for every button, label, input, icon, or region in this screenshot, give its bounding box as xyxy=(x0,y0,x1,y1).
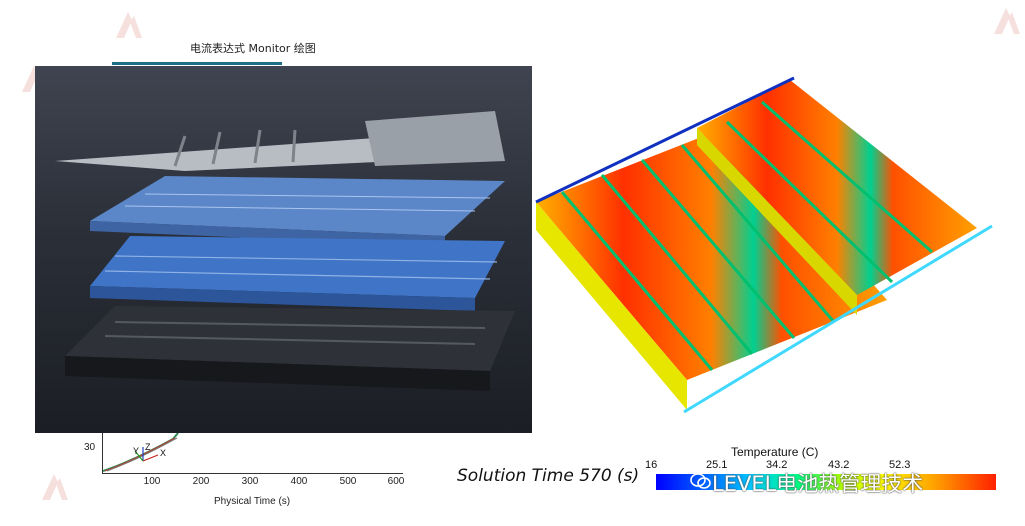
x-tick-label: 600 xyxy=(387,476,405,487)
monitor-plot-title: 电流表达式 Monitor 绘图 xyxy=(190,42,316,55)
logo-mark-icon xyxy=(42,474,68,500)
logo-mark-icon xyxy=(116,12,142,38)
x-tick-label: 500 xyxy=(339,476,357,487)
x-axis-label: Physical Time (s) xyxy=(214,496,291,507)
monitor-plot-area xyxy=(102,432,403,474)
tab-underline xyxy=(112,62,282,65)
temperature-contour-view xyxy=(532,70,1012,420)
x-tick-label: 200 xyxy=(192,476,210,487)
triad-label-z: Z xyxy=(145,442,151,452)
cold-plate-contour xyxy=(535,76,993,414)
colorbar-title: Temperature (C) xyxy=(731,445,819,459)
solution-time-label: Solution Time 570 (s) xyxy=(457,466,640,486)
monitor-curves xyxy=(102,432,179,472)
wechat-icon xyxy=(690,473,711,489)
battery-pack-illustration xyxy=(55,111,515,391)
x-tick-label: 100 xyxy=(143,476,161,487)
colorbar-tick: 16 xyxy=(645,459,658,471)
logo-mark-icon xyxy=(994,8,1020,34)
x-tick-label: 300 xyxy=(241,476,259,487)
battery-pack-photo xyxy=(35,66,532,433)
triad-label-y: Y xyxy=(133,446,140,456)
triad-label-x: X xyxy=(160,448,167,458)
y-tick-label: 30 xyxy=(84,442,96,453)
x-tick-label: 400 xyxy=(290,476,308,487)
watermark-text: LEVEL电池热管理技术 xyxy=(712,472,924,496)
